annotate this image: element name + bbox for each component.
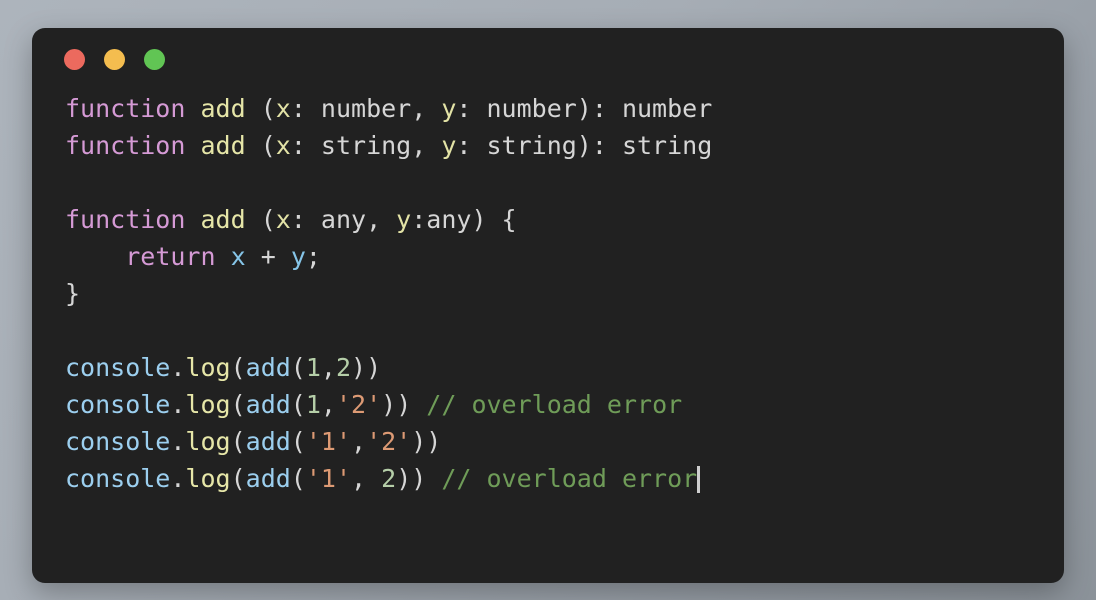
code-token: ( [245,131,276,160]
code-token: x [275,94,291,123]
code-token: )) [396,464,442,493]
code-token: '2' [335,390,382,419]
code-token: function [65,131,186,160]
code-token: x [275,131,291,160]
code-token: x [275,205,291,234]
code-line[interactable]: console.log(add(1,2)) [65,349,1064,386]
code-token: } [65,279,81,308]
code-token: ( [290,390,306,419]
code-token: :any) { [411,205,517,234]
code-token: ( [230,464,246,493]
code-token: : string, [290,131,442,160]
code-token: . [170,427,186,456]
code-token: . [170,464,186,493]
code-token: ( [245,94,276,123]
screenshot-stage: function add (x: number, y: number): num… [0,0,1096,600]
code-token: 2 [381,464,397,493]
code-token: x [230,242,246,271]
code-token: . [170,390,186,419]
close-button[interactable] [64,48,85,70]
code-token: log [185,464,231,493]
code-line[interactable]: } [65,275,1064,312]
code-token: ( [290,427,306,456]
code-token: '1' [305,427,352,456]
code-token: ( [245,205,276,234]
code-token: log [185,390,231,419]
code-token: // overload error [426,390,683,419]
code-token: y [441,131,457,160]
window-titlebar [32,28,1064,90]
code-token: : any, [290,205,397,234]
code-token: console [65,464,171,493]
code-token: add [245,427,291,456]
code-token: , [351,464,382,493]
code-token: 1 [305,390,321,419]
code-token: y [396,205,412,234]
code-token: ( [230,353,246,382]
maximize-button[interactable] [144,48,165,70]
code-line[interactable] [65,164,1064,201]
code-token: '1' [305,464,352,493]
code-token: log [185,353,231,382]
code-token: // overload error [441,464,698,493]
code-line[interactable]: function add (x: string, y: string): str… [65,127,1064,164]
code-window: function add (x: number, y: number): num… [32,28,1064,583]
code-token: add [200,131,246,160]
text-cursor [697,466,701,493]
code-token: 1 [305,353,321,382]
code-token: ( [230,427,246,456]
code-line[interactable]: return x + y; [65,238,1064,275]
code-token: )) [411,427,442,456]
code-token: add [245,353,291,382]
code-token: , [320,353,336,382]
code-token: : number): number [456,94,713,123]
code-line[interactable]: console.log(add(1,'2')) // overload erro… [65,386,1064,423]
code-editor[interactable]: function add (x: number, y: number): num… [65,90,1064,583]
code-token: + [245,242,291,271]
code-line[interactable]: function add (x: any, y:any) { [65,201,1064,238]
code-token: : number, [290,94,442,123]
code-token: y [290,242,306,271]
code-token: ( [230,390,246,419]
code-token: )) [351,353,382,382]
code-token: return [125,242,216,271]
code-token: y [441,94,457,123]
code-line[interactable]: console.log(add('1','2')) [65,423,1064,460]
code-line[interactable]: function add (x: number, y: number): num… [65,90,1064,127]
code-token: add [200,94,246,123]
code-token: add [200,205,246,234]
code-token: ( [290,353,306,382]
code-token: . [170,353,186,382]
minimize-button[interactable] [104,48,125,70]
code-token: ; [305,242,321,271]
code-token: : string): string [456,131,713,160]
code-token: function [65,94,186,123]
code-token: add [245,464,291,493]
code-token: console [65,353,171,382]
code-token: )) [381,390,427,419]
code-token: console [65,390,171,419]
code-token: 2 [335,353,352,382]
code-line[interactable]: console.log(add('1', 2)) // overload err… [65,460,1064,497]
code-line[interactable] [65,312,1064,349]
code-token: '2' [366,427,412,456]
code-token: function [65,205,186,234]
code-token: , [320,390,336,419]
code-token: add [245,390,291,419]
code-token: ( [290,464,306,493]
code-token: console [65,427,171,456]
code-token: , [351,427,367,456]
code-token: log [185,427,231,456]
